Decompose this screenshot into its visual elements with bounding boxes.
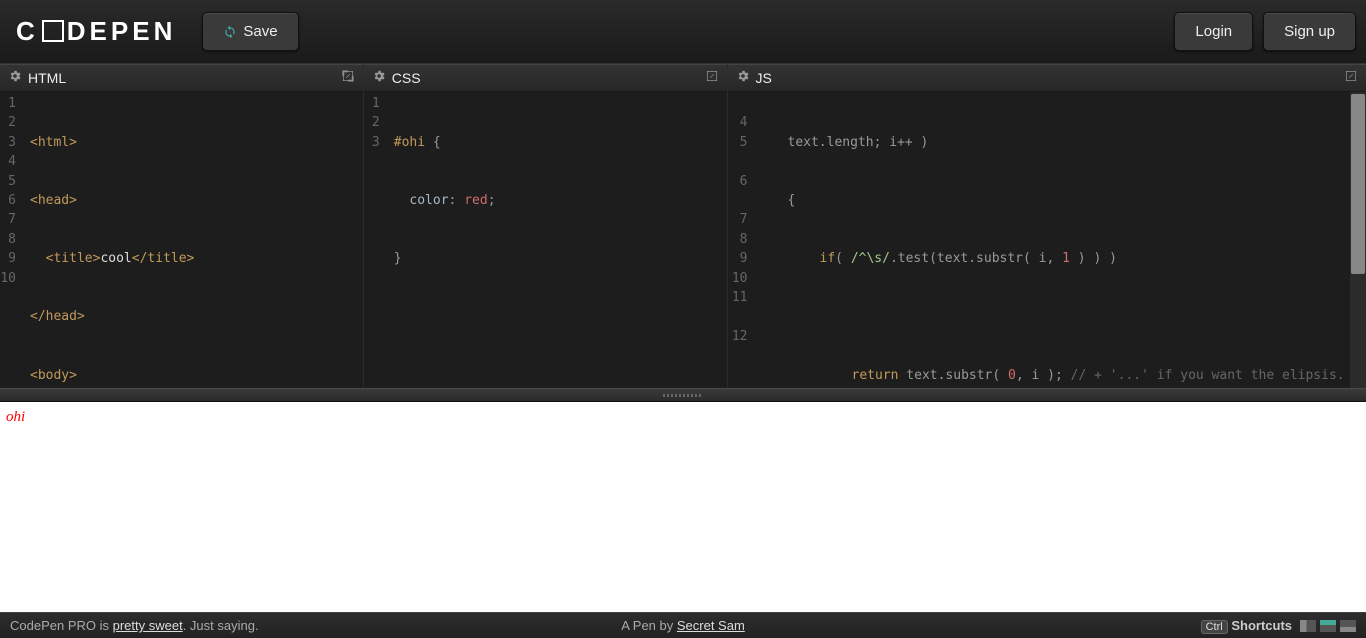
html-code[interactable]: <html> <head> <title>cool</title> </head… <box>20 92 202 388</box>
scrollbar-thumb[interactable] <box>1351 94 1365 274</box>
html-pane: HTML 12345678910 <html> <head> <title>co… <box>0 64 364 388</box>
footer-center: A Pen by Secret Sam <box>621 618 745 633</box>
signup-button[interactable]: Sign up <box>1263 12 1356 51</box>
css-pane-title: CSS <box>392 70 421 86</box>
js-gutter: 456789101112 <box>728 92 752 388</box>
resizer-grip-icon <box>663 394 703 397</box>
layout-left-icon[interactable] <box>1300 620 1316 632</box>
preview-pane: ohi <box>0 402 1366 612</box>
html-pane-header: HTML <box>0 64 363 92</box>
logo-prefix: C <box>16 16 39 47</box>
editors-row: HTML 12345678910 <html> <head> <title>co… <box>0 64 1366 388</box>
layout-top-icon[interactable] <box>1320 620 1336 632</box>
css-pane: CSS 123 #ohi { color: red; } <box>364 64 728 388</box>
js-pane-header: JS <box>728 64 1366 92</box>
js-pane-title: JS <box>756 70 772 86</box>
expand-icon[interactable] <box>705 69 719 88</box>
refresh-icon <box>223 25 237 39</box>
expand-icon[interactable] <box>1344 69 1358 88</box>
preview-ohi-text: ohi <box>6 409 25 425</box>
html-gutter: 12345678910 <box>0 92 20 388</box>
shortcuts-button[interactable]: Ctrl Shortcuts <box>1201 618 1292 633</box>
footer-left: CodePen PRO is pretty sweet. Just saying… <box>10 618 259 633</box>
js-editor[interactable]: 456789101112 text.length; i++ ) { if( /^… <box>728 92 1366 388</box>
scrollbar-track[interactable] <box>1350 92 1366 388</box>
pretty-sweet-link[interactable]: pretty sweet <box>113 618 183 633</box>
save-label: Save <box>243 23 277 40</box>
layout-right-icon[interactable] <box>1340 620 1356 632</box>
save-button[interactable]: Save <box>202 12 298 51</box>
logo-suffix: DEPEN <box>67 16 177 47</box>
gear-icon[interactable] <box>372 69 386 88</box>
expand-icon[interactable] <box>341 69 355 88</box>
css-code[interactable]: #ohi { color: red; } <box>384 92 496 388</box>
js-pane: JS 456789101112 text.length; i++ ) { if(… <box>728 64 1366 388</box>
css-editor[interactable]: 123 #ohi { color: red; } <box>364 92 727 388</box>
footer-bar: CodePen PRO is pretty sweet. Just saying… <box>0 612 1366 638</box>
horizontal-resizer[interactable] <box>0 388 1366 402</box>
login-button[interactable]: Login <box>1174 12 1253 51</box>
codepen-logo[interactable]: C DEPEN <box>10 16 176 47</box>
gear-icon[interactable] <box>736 69 750 88</box>
author-link[interactable]: Secret Sam <box>677 618 745 633</box>
app-header: C DEPEN Save Login Sign up <box>0 0 1366 64</box>
gear-icon[interactable] <box>8 69 22 88</box>
css-gutter: 123 <box>364 92 384 388</box>
footer-right: Ctrl Shortcuts <box>1201 618 1356 633</box>
logo-box-icon <box>42 20 64 42</box>
html-editor[interactable]: 12345678910 <html> <head> <title>cool</t… <box>0 92 363 388</box>
js-code[interactable]: text.length; i++ ) { if( /^\s/.test(text… <box>752 92 1366 388</box>
html-pane-title: HTML <box>28 70 66 86</box>
css-pane-header: CSS <box>364 64 727 92</box>
layout-switcher <box>1300 620 1356 632</box>
